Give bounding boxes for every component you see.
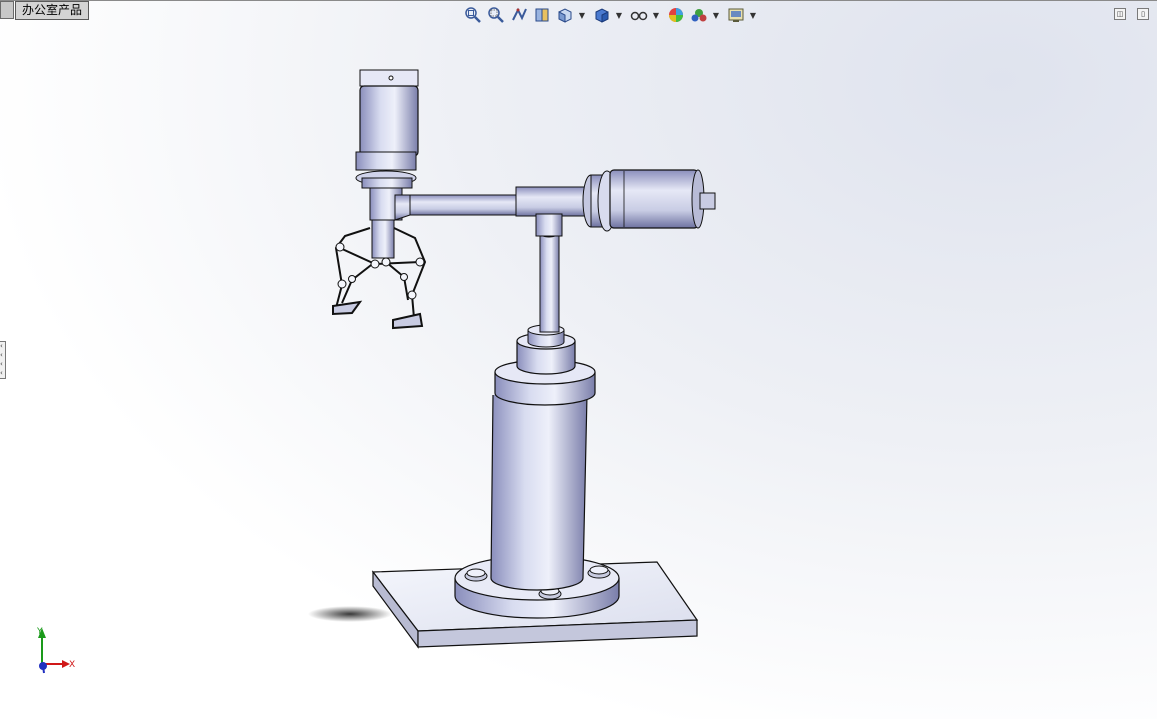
coordinate-triad: Y X	[36, 627, 75, 674]
axis-x-label: X	[69, 660, 75, 670]
robot-arm-model-viewport[interactable]: Y X	[0, 0, 1157, 719]
axis-y-label: Y	[36, 627, 43, 637]
right-motor[interactable]	[582, 169, 716, 232]
flange-bolt	[464, 568, 488, 582]
main-column-cylinder[interactable]	[490, 324, 596, 591]
vertical-rod[interactable]	[538, 226, 560, 333]
flange-bolt	[587, 565, 611, 579]
model-shadow	[308, 606, 392, 622]
horizontal-arm[interactable]	[404, 186, 589, 237]
